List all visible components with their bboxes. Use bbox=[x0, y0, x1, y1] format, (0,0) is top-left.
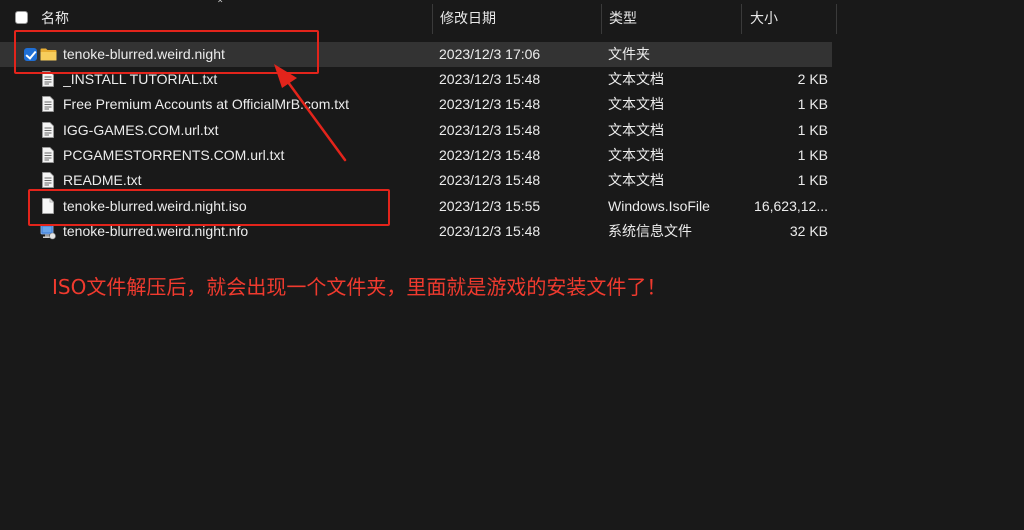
file-type: 文本文档 bbox=[608, 71, 664, 87]
file-size: 1 KB bbox=[797, 147, 828, 163]
file-modified-date: 2023/12/3 15:48 bbox=[439, 172, 541, 188]
file-modified-date: 2023/12/3 15:48 bbox=[439, 122, 541, 138]
column-divider[interactable] bbox=[836, 4, 837, 34]
file-modified-date: 2023/12/3 15:48 bbox=[439, 96, 541, 112]
column-divider[interactable] bbox=[601, 4, 602, 34]
select-all-checkbox[interactable] bbox=[15, 11, 28, 24]
text-file-icon bbox=[42, 96, 54, 112]
file-modified-date: 2023/12/3 15:48 bbox=[439, 147, 541, 163]
annotation-caption: ISO文件解压后，就会出现一个文件夹，里面就是游戏的安装文件了！ bbox=[52, 275, 667, 299]
column-divider[interactable] bbox=[432, 4, 433, 34]
file-type: 系统信息文件 bbox=[608, 223, 692, 239]
column-header-date[interactable]: 修改日期 bbox=[440, 0, 600, 36]
file-size: 1 KB bbox=[797, 96, 828, 112]
file-size: 2 KB bbox=[797, 71, 828, 87]
nfo-file-icon bbox=[40, 224, 56, 240]
column-header-size[interactable]: 大小 bbox=[750, 0, 830, 36]
file-row[interactable]: Free Premium Accounts at OfficialMrB.com… bbox=[0, 92, 832, 117]
file-size: 32 KB bbox=[789, 223, 828, 239]
text-file-icon bbox=[42, 147, 54, 163]
column-divider[interactable] bbox=[741, 4, 742, 34]
file-modified-date: 2023/12/3 15:55 bbox=[439, 198, 541, 214]
text-file-icon bbox=[42, 172, 54, 188]
file-explorer-list-view: ⌃ 名称 修改日期 类型 大小 tenoke-blurred.weird.nig… bbox=[0, 0, 1024, 530]
file-name: PCGAMESTORRENTS.COM.url.txt bbox=[63, 147, 285, 163]
file-modified-date: 2023/12/3 15:48 bbox=[439, 223, 541, 239]
file-row[interactable]: IGG-GAMES.COM.url.txt 2023/12/3 15:48 文本… bbox=[0, 118, 832, 143]
file-modified-date: 2023/12/3 17:06 bbox=[439, 46, 541, 62]
file-type: 文本文档 bbox=[608, 122, 664, 138]
annotation-box-folder bbox=[14, 30, 319, 74]
file-type: Windows.IsoFile bbox=[608, 198, 710, 214]
file-type: 文本文档 bbox=[608, 96, 664, 112]
file-type: 文本文档 bbox=[608, 172, 664, 188]
file-size: 1 KB bbox=[797, 122, 828, 138]
file-size: 1 KB bbox=[797, 172, 828, 188]
file-row[interactable]: PCGAMESTORRENTS.COM.url.txt 2023/12/3 15… bbox=[0, 143, 832, 168]
file-size: 16,623,12... bbox=[754, 198, 828, 214]
text-file-icon bbox=[42, 122, 54, 138]
annotation-box-iso bbox=[28, 189, 390, 226]
column-header-type[interactable]: 类型 bbox=[609, 0, 739, 36]
file-type: 文件夹 bbox=[608, 46, 650, 62]
file-modified-date: 2023/12/3 15:48 bbox=[439, 71, 541, 87]
file-size bbox=[742, 42, 828, 67]
file-name: Free Premium Accounts at OfficialMrB.com… bbox=[63, 96, 350, 112]
file-name: IGG-GAMES.COM.url.txt bbox=[63, 122, 219, 138]
file-type: 文本文档 bbox=[608, 147, 664, 163]
